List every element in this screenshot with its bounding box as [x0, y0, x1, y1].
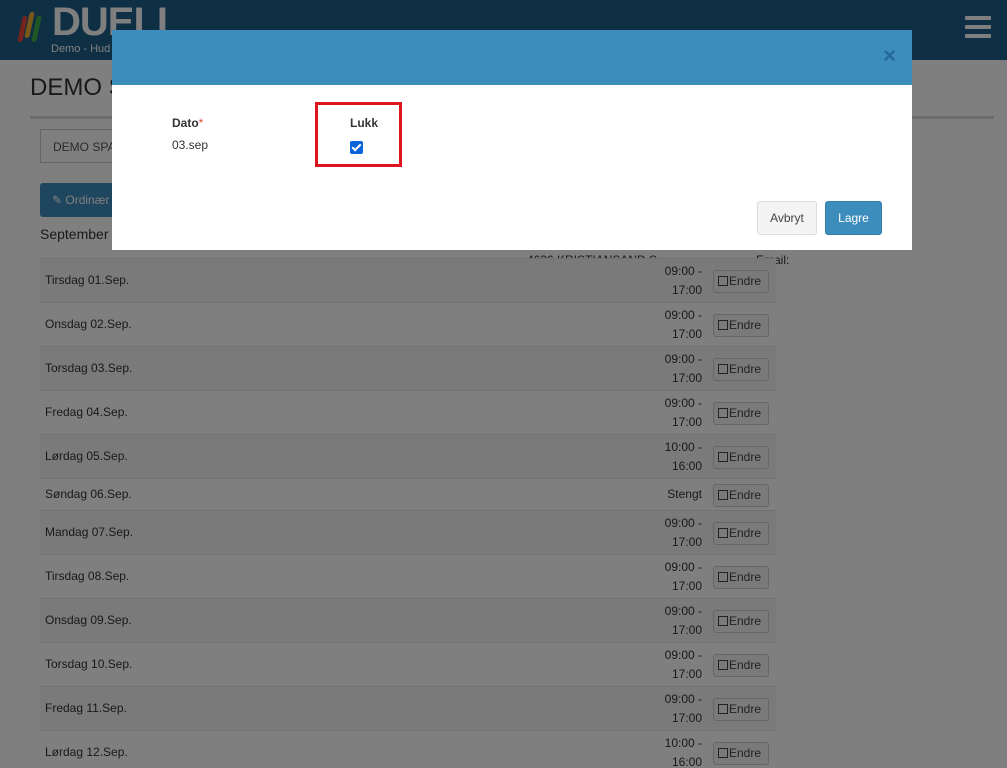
save-button[interactable]: Lagre	[825, 201, 882, 235]
close-icon[interactable]: ×	[883, 45, 896, 67]
date-label-text: Dato	[172, 116, 199, 130]
edit-day-modal: × Dato* 03.sep Lukk Avbryt Lagre	[112, 30, 912, 250]
cancel-button[interactable]: Avbryt	[757, 201, 817, 235]
modal-header: ×	[112, 30, 912, 85]
required-mark: *	[198, 116, 204, 130]
date-label: Dato*	[172, 116, 203, 130]
date-value: 03.sep	[172, 138, 209, 152]
highlight-box	[315, 102, 402, 167]
